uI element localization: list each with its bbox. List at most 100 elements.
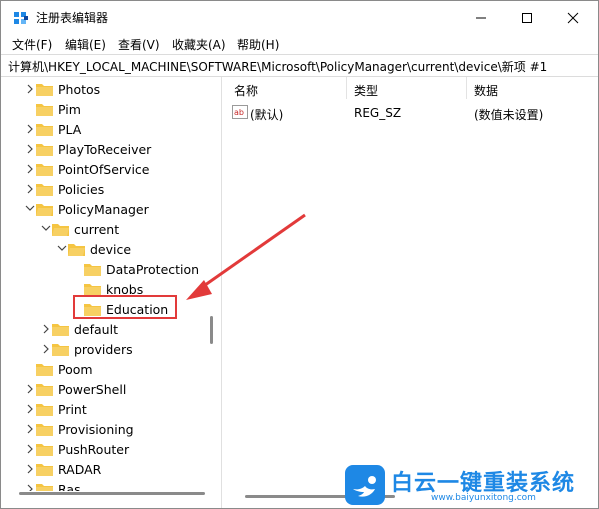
folder-icon [36, 183, 53, 196]
tree-node-label: Print [58, 401, 87, 417]
chevron-right-icon[interactable] [41, 344, 51, 354]
tree-node-playtoreceiver[interactable]: PlayToReceiver [36, 139, 151, 159]
menu-file[interactable]: 文件(F) [12, 36, 52, 53]
tree-node-powershell[interactable]: PowerShell [36, 379, 126, 399]
maximize-button[interactable] [504, 1, 550, 34]
window-title: 注册表编辑器 [36, 11, 109, 25]
tree-node-device[interactable]: device [68, 239, 131, 259]
chevron-right-icon[interactable] [25, 404, 35, 414]
tree-node-photos[interactable]: Photos [36, 79, 100, 99]
menu-favorites[interactable]: 收藏夹(A) [172, 36, 226, 53]
folder-icon [36, 483, 53, 491]
tree-node-label: PLA [58, 121, 82, 137]
tree-node-label: PowerShell [58, 381, 127, 397]
tree-node-label: Policies [58, 181, 105, 197]
folder-icon [84, 263, 101, 276]
string-value-icon: ab [232, 105, 248, 119]
svg-text:ab: ab [234, 108, 244, 117]
red-arrow-annotation [186, 213, 306, 300]
tree-node-provisioning[interactable]: Provisioning [36, 419, 134, 439]
chevron-right-icon[interactable] [25, 184, 35, 194]
tree-node-label: Photos [58, 81, 101, 97]
close-button[interactable] [550, 1, 596, 34]
folder-icon [84, 283, 101, 296]
tree-node-label: Ras [58, 481, 81, 492]
folder-icon [36, 103, 53, 116]
close-icon [567, 12, 579, 23]
tree-node-pointofservice[interactable]: PointOfService [36, 159, 149, 179]
folder-icon [36, 403, 53, 416]
folder-icon [36, 123, 53, 136]
folder-icon [36, 383, 53, 396]
watermark-url: www.baiyunxitong.com [431, 493, 536, 503]
chevron-right-icon[interactable] [25, 484, 35, 491]
chevron-down-icon[interactable] [57, 243, 67, 253]
watermark-logo: 白云一键重装系统 www.baiyunxitong.com [345, 465, 595, 507]
tree-node-pla[interactable]: PLA [36, 119, 81, 139]
column-divider[interactable] [346, 77, 347, 99]
chevron-right-icon[interactable] [25, 444, 35, 454]
tree-node-default[interactable]: default [52, 319, 118, 339]
chevron-right-icon[interactable] [25, 384, 35, 394]
tree-node-pim[interactable]: Pim [36, 99, 81, 119]
tree-node-label: PlayToReceiver [58, 141, 152, 157]
folder-open-icon [68, 243, 85, 256]
regedit-icon [14, 12, 28, 24]
column-header-data[interactable]: 数据 [474, 82, 498, 99]
tree-node-label: RADAR [58, 461, 102, 477]
folder-icon [36, 143, 53, 156]
tree-node-label: providers [74, 341, 133, 357]
column-header-name[interactable]: 名称 [234, 82, 258, 99]
folder-icon [52, 343, 69, 356]
tree-node-policies[interactable]: Policies [36, 179, 104, 199]
tree-horizontal-scrollbar[interactable] [19, 492, 205, 495]
folder-open-icon [52, 223, 69, 236]
tree-node-print[interactable]: Print [36, 399, 87, 419]
minimize-button[interactable] [458, 1, 504, 34]
folder-icon [36, 163, 53, 176]
maximize-icon [522, 12, 532, 23]
tree-node-ras[interactable]: Ras [36, 479, 81, 491]
tree-node-label: PolicyManager [58, 201, 149, 217]
tree-node-current[interactable]: current [52, 219, 119, 239]
tree-node-label: device [90, 241, 132, 257]
tree-node-pushrouter[interactable]: PushRouter [36, 439, 129, 459]
menu-help[interactable]: 帮助(H) [237, 36, 279, 53]
value-name: (默认) [250, 108, 284, 122]
tree-vertical-scrollbar[interactable] [210, 316, 213, 344]
tree-node-policymanager[interactable]: PolicyManager [36, 199, 149, 219]
value-type: REG_SZ [354, 106, 402, 120]
minimize-icon [476, 17, 486, 18]
tree-node-radar[interactable]: RADAR [36, 459, 101, 479]
bird-logo-icon [345, 465, 385, 505]
title-bar: 注册表编辑器 [1, 1, 598, 34]
folder-icon [36, 83, 53, 96]
tree-node-label: PointOfService [58, 161, 150, 177]
address-bar[interactable]: 计算机\HKEY_LOCAL_MACHINE\SOFTWARE\Microsof… [1, 54, 598, 77]
tree-node-label: Pim [58, 101, 81, 117]
tree-node-providers[interactable]: providers [52, 339, 133, 359]
chevron-right-icon[interactable] [25, 424, 35, 434]
folder-icon [36, 423, 53, 436]
chevron-right-icon[interactable] [25, 164, 35, 174]
tree-node-label: Poom [58, 361, 93, 377]
chevron-right-icon[interactable] [25, 464, 35, 474]
menu-bar: 文件(F) 编辑(E) 查看(V) 收藏夹(A) 帮助(H) [1, 34, 598, 54]
tree-node-label: default [74, 321, 118, 337]
folder-icon [52, 323, 69, 336]
menu-view[interactable]: 查看(V) [118, 36, 160, 53]
menu-edit[interactable]: 编辑(E) [65, 36, 106, 53]
column-header-type[interactable]: 类型 [354, 82, 378, 99]
chevron-right-icon[interactable] [25, 144, 35, 154]
value-row[interactable]: ab (默认) REG_SZ (数值未设置) [226, 102, 598, 122]
address-path: 计算机\HKEY_LOCAL_MACHINE\SOFTWARE\Microsof… [8, 60, 548, 74]
chevron-right-icon[interactable] [41, 324, 51, 334]
folder-icon [36, 463, 53, 476]
folder-icon [36, 443, 53, 456]
chevron-right-icon[interactable] [25, 124, 35, 134]
tree-node-poom[interactable]: Poom [36, 359, 93, 379]
column-divider[interactable] [466, 77, 467, 99]
chevron-down-icon[interactable] [25, 203, 35, 213]
chevron-right-icon[interactable] [25, 84, 35, 94]
chevron-down-icon[interactable] [41, 223, 51, 233]
